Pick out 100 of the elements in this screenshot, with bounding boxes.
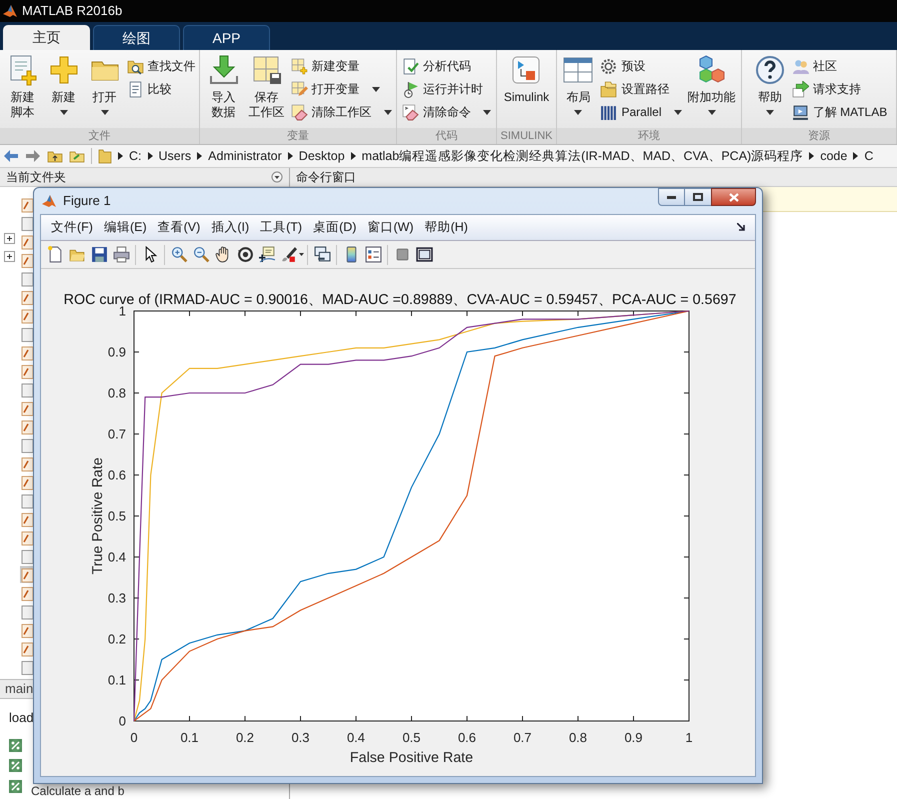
menu-item[interactable]: 工具(T) <box>256 218 306 237</box>
folder-up-icon[interactable] <box>47 149 63 163</box>
menu-item[interactable]: 桌面(D) <box>309 218 360 237</box>
tick-label: 0.9 <box>108 344 126 360</box>
ribbon-tab[interactable]: APP <box>183 25 270 50</box>
save-icon[interactable] <box>90 246 108 263</box>
ribbon-button[interactable]: 社区 <box>792 56 888 76</box>
caret-icon[interactable] <box>299 253 304 256</box>
ribbon-button[interactable]: 新建变量 <box>290 56 392 76</box>
ribbon-button[interactable]: 新建 <box>44 54 82 126</box>
ribbon-button[interactable]: 了解 MATLAB <box>792 102 888 122</box>
menu-item[interactable]: 帮助(H) <box>420 218 472 237</box>
ribbon-button[interactable]: 查找文件 <box>126 56 196 76</box>
window-icon[interactable] <box>416 246 432 263</box>
square-icon[interactable] <box>394 246 410 263</box>
tick-label: 1 <box>685 730 693 745</box>
ribbon-button[interactable]: Simulink <box>500 54 552 126</box>
ribbon-button[interactable]: 设置路径 <box>600 79 682 99</box>
ribbon-button[interactable]: 新建脚本 <box>4 54 42 126</box>
ribbon-button[interactable]: 预设 <box>600 56 682 76</box>
chevron-icon <box>197 152 202 160</box>
folder-icon <box>98 148 112 164</box>
ribbon-button[interactable]: 打开 <box>86 54 124 126</box>
ribbon-button[interactable]: 导入数据 <box>204 54 242 126</box>
path-segment[interactable]: code <box>820 146 848 166</box>
ribbon-button[interactable]: 打开变量 <box>290 79 392 99</box>
zoom-out-icon[interactable] <box>192 246 210 263</box>
people-icon <box>792 58 809 74</box>
menu-item[interactable]: 窗口(W) <box>363 218 418 237</box>
ribbon-button[interactable]: Parallel <box>600 102 682 122</box>
ribbon-button[interactable]: 保存工作区 <box>246 54 288 126</box>
tick-label: 0.4 <box>108 550 126 564</box>
back-icon[interactable] <box>3 149 19 163</box>
close-button[interactable] <box>711 188 756 206</box>
ribbon-button[interactable]: 分析代码 <box>402 56 491 76</box>
panel-tab[interactable]: main <box>5 679 34 699</box>
path-segment[interactable]: Desktop <box>298 146 345 166</box>
tick-label: 0 <box>130 730 138 745</box>
ribbon-button[interactable]: 运行并计时 <box>402 79 491 99</box>
ribbon-button[interactable]: 布局 <box>559 54 598 126</box>
ribbon-button[interactable]: 比较 <box>126 79 196 99</box>
menu-item[interactable]: 编辑(E) <box>100 218 151 237</box>
chevron-icon <box>148 152 152 160</box>
data-cursor-icon[interactable] <box>258 246 276 263</box>
matlab-logo-icon <box>41 193 57 209</box>
menu-item[interactable]: 插入(I) <box>207 218 254 237</box>
bars-icon <box>600 104 618 120</box>
ribbon-button[interactable]: 附加功能 <box>684 54 739 126</box>
help-icon <box>754 54 786 86</box>
plus-icon <box>48 54 80 86</box>
new-file-icon[interactable] <box>46 246 64 263</box>
path-segment[interactable]: Administrator <box>208 146 282 166</box>
detail-text: load <box>8 709 34 727</box>
ribbon-button[interactable]: 请求支持 <box>792 79 888 99</box>
axis-label: False Positive Rate <box>350 750 474 766</box>
print-icon[interactable] <box>112 246 130 263</box>
dock-icon[interactable] <box>737 223 746 232</box>
detail-text: Calculate a and b <box>31 782 124 799</box>
legend-icon[interactable] <box>364 246 382 263</box>
ribbon-button[interactable]: 帮助 <box>750 54 789 126</box>
tick-label: 0.2 <box>108 632 126 646</box>
ribbon-tab[interactable]: 主页 <box>3 25 90 50</box>
menu-item[interactable]: 查看(V) <box>154 218 204 237</box>
group-label: 环境 <box>557 128 741 144</box>
ribbon-button[interactable]: 清除命令 <box>402 102 491 122</box>
browse-folder-icon[interactable] <box>69 149 85 163</box>
window-title: Figure 1 <box>63 192 112 210</box>
chevron-icon <box>853 152 858 160</box>
tick-label: 0.9 <box>624 730 643 745</box>
path-segment[interactable]: C: <box>129 146 142 166</box>
tick-label: 0.6 <box>458 730 476 745</box>
menu-item[interactable]: 文件(F) <box>47 218 97 237</box>
maximize-icon <box>693 193 703 201</box>
comment-icon <box>8 738 23 752</box>
zoom-in-icon[interactable] <box>170 246 188 263</box>
brush-icon[interactable] <box>280 246 297 263</box>
ribbon-tab[interactable]: 绘图 <box>93 25 180 50</box>
maximize-button[interactable] <box>685 188 711 206</box>
tick-label: 0.3 <box>291 730 310 745</box>
path-segment[interactable]: C <box>864 146 874 166</box>
tick-label: 0.8 <box>108 386 126 400</box>
monitor-icon <box>792 104 809 120</box>
expand-icon[interactable] <box>4 251 15 262</box>
link-icon[interactable] <box>314 246 330 263</box>
gear-icon <box>600 58 618 74</box>
ribbon-button[interactable]: 清除工作区 <box>290 102 392 122</box>
path-segment[interactable]: matlab编程遥感影像变化检测经典算法(IR-MAD、MAD、CVA、PCA)源码程序 <box>362 146 804 166</box>
group-label: 变量 <box>200 128 396 144</box>
matlab-logo-icon <box>2 3 18 19</box>
path-segment[interactable]: Users <box>158 146 192 166</box>
chevron-icon <box>809 152 814 160</box>
forward-icon[interactable] <box>25 149 41 163</box>
eraser-icon <box>402 104 419 120</box>
tick-label: 0.7 <box>513 730 532 745</box>
eraser-icon <box>290 104 308 120</box>
expand-icon[interactable] <box>4 233 15 244</box>
minimize-button[interactable] <box>658 188 685 206</box>
close-icon <box>728 192 738 202</box>
tick-label: 0.6 <box>108 468 126 482</box>
dropdown-icon[interactable] <box>271 171 283 183</box>
